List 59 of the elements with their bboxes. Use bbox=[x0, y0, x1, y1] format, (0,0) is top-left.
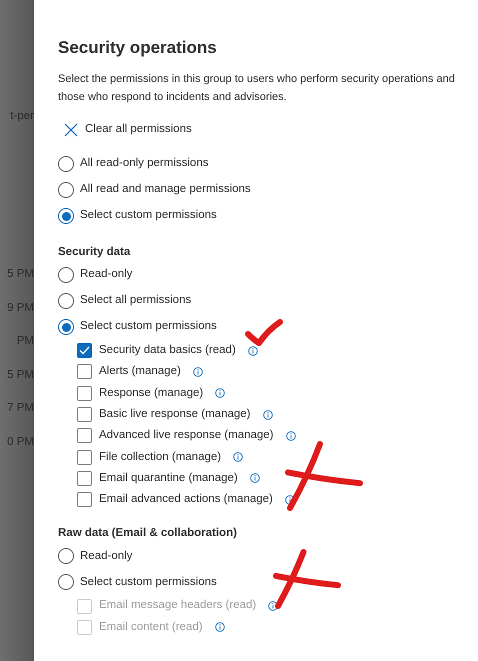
checkbox[interactable] bbox=[77, 428, 92, 444]
background-text: 5 PM bbox=[7, 368, 34, 380]
info-icon[interactable] bbox=[248, 346, 258, 356]
checkbox-label: Email advanced actions (manage) bbox=[99, 492, 273, 508]
section-heading: Security data bbox=[58, 245, 132, 260]
radio-button[interactable] bbox=[58, 156, 74, 172]
checkbox-label: Email content (read) bbox=[99, 620, 203, 635]
close-icon bbox=[64, 123, 78, 137]
background-text: t-per bbox=[10, 110, 34, 122]
radio-label: Select all permissions bbox=[80, 293, 192, 308]
background-text: 0 PM bbox=[7, 436, 34, 448]
checkbox-label: Advanced live response (manage) bbox=[99, 428, 274, 444]
radio-label: Read-only bbox=[80, 548, 132, 564]
checkbox-label: Email quarantine (manage) bbox=[99, 470, 238, 486]
radio-label: All read and manage permissions bbox=[80, 182, 251, 198]
checkbox[interactable] bbox=[77, 364, 92, 380]
checkbox-label: File collection (manage) bbox=[99, 450, 222, 464]
info-icon[interactable] bbox=[268, 601, 278, 612]
background-text: 9 PM bbox=[7, 302, 34, 314]
info-icon[interactable] bbox=[192, 366, 203, 377]
background-text: 5 PM bbox=[7, 268, 34, 280]
radio-label: Select custom permissions bbox=[80, 319, 217, 334]
checkbox-label: Basic live response (manage) bbox=[99, 406, 250, 422]
info-icon[interactable] bbox=[214, 622, 225, 632]
checkbox[interactable] bbox=[77, 386, 92, 401]
panel-title: Security operations bbox=[58, 37, 218, 59]
radio-button[interactable] bbox=[58, 548, 74, 564]
radio-button[interactable] bbox=[58, 319, 74, 335]
radio-label: Select custom permissions bbox=[80, 208, 217, 224]
checkbox-label: Alerts (manage) bbox=[99, 364, 181, 380]
checkbox[interactable] bbox=[77, 450, 92, 465]
info-icon[interactable] bbox=[262, 410, 272, 420]
info-icon[interactable] bbox=[250, 473, 260, 484]
cross-mark-drawing bbox=[272, 548, 342, 610]
checkbox[interactable] bbox=[77, 470, 92, 486]
checkbox[interactable] bbox=[77, 492, 92, 508]
description-text: Select the permissions in this group to users who perform security operations and those who respond to incidents and advisories. bbox=[58, 72, 456, 105]
radio-label: Select custom permissions bbox=[80, 574, 217, 590]
radio-button[interactable] bbox=[58, 267, 74, 283]
section-heading: Raw data (Email & collaboration) bbox=[58, 526, 238, 542]
radio-label: Read-only bbox=[80, 267, 132, 282]
radio-label: All read-only permissions bbox=[80, 156, 208, 172]
checkbox-label: Response (manage) bbox=[99, 386, 204, 401]
radio-button[interactable] bbox=[58, 574, 74, 590]
radio-button[interactable] bbox=[58, 208, 74, 224]
clear-permissions-button[interactable]: Clear all permissions bbox=[58, 118, 192, 142]
check-mark-drawing bbox=[244, 318, 284, 348]
radio-button[interactable] bbox=[58, 182, 74, 198]
radio-button[interactable] bbox=[58, 293, 74, 309]
checkbox-label: Email message headers (read) bbox=[99, 598, 256, 614]
checkbox[interactable] bbox=[77, 343, 92, 358]
background-text: 7 PM bbox=[7, 402, 34, 414]
checkbox-label: Security data basics (read) bbox=[99, 343, 236, 358]
info-icon[interactable] bbox=[215, 388, 226, 398]
background-text: PM bbox=[16, 335, 34, 347]
info-icon[interactable] bbox=[284, 494, 295, 505]
info-icon[interactable] bbox=[286, 430, 296, 441]
checkbox[interactable] bbox=[77, 407, 92, 422]
info-icon[interactable] bbox=[233, 452, 244, 462]
